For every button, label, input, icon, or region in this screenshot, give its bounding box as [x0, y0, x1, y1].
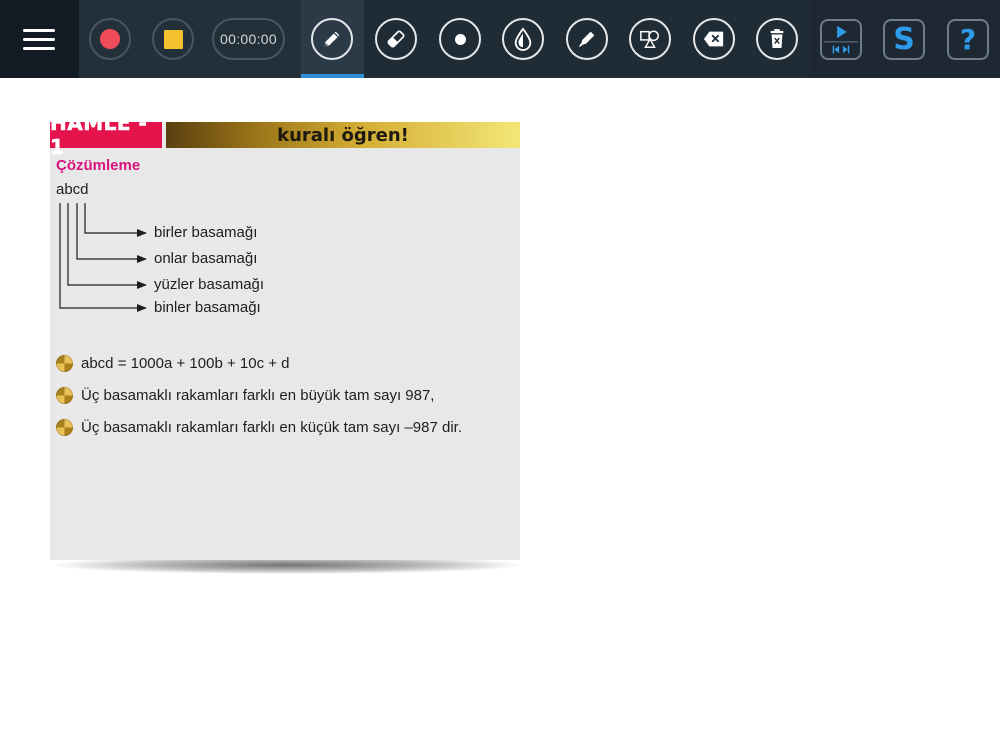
s-button[interactable]: S [883, 19, 925, 60]
media-controls-button[interactable] [820, 19, 862, 60]
undo-erase-button[interactable] [693, 18, 735, 60]
eraser-icon [387, 30, 405, 48]
stop-button[interactable] [152, 18, 194, 60]
arrow-binler [59, 203, 147, 312]
s-icon: S [893, 22, 915, 57]
lesson-card: HAMLE - 1 kuralı öğren! Çözümleme abcd b… [50, 111, 520, 560]
brush-size-button[interactable] [439, 18, 481, 60]
clear-page-button[interactable] [756, 18, 798, 60]
digit-label-birler: birler basamağı [154, 224, 258, 241]
pen-tool-button[interactable] [311, 18, 353, 60]
digit-place-diagram [59, 203, 147, 312]
pen-icon [324, 31, 340, 47]
trash-icon [770, 29, 784, 48]
record-icon [100, 29, 120, 49]
bullet-icon [56, 419, 73, 436]
menu-icon [23, 29, 55, 32]
digit-label-yuzler: yüzler basamağı [154, 276, 265, 293]
backspace-icon [703, 31, 724, 47]
highlighter-icon [578, 31, 595, 48]
color-picker-button[interactable] [502, 18, 544, 60]
help-icon: ? [959, 23, 977, 56]
arrow-birler [84, 203, 147, 237]
eraser-tool-button[interactable] [375, 18, 417, 60]
record-button[interactable] [89, 18, 131, 60]
recording-timer: 00:00:00 [212, 18, 285, 60]
rule-item: abcd = 1000a + 100b + 10c + d [56, 355, 290, 372]
rule-item: Üç basamaklı rakamları farklı en büyük t… [56, 387, 434, 404]
shapes-tool-button[interactable] [629, 18, 671, 60]
arrow-onlar [76, 203, 147, 263]
dot-icon [454, 33, 466, 45]
toolbar: 00:00:00 S ? [0, 0, 1000, 78]
media-controls-icon [823, 25, 859, 53]
shapes-icon [640, 30, 659, 48]
help-button[interactable]: ? [947, 19, 989, 60]
menu-button[interactable] [20, 27, 58, 51]
rule-item: Üç basamaklı rakamları farklı en küçük t… [56, 419, 462, 436]
bullet-icon [56, 387, 73, 404]
bullet-icon [56, 355, 73, 372]
ink-drop-icon [514, 27, 532, 51]
arrow-yuzler [67, 203, 147, 289]
digit-label-binler: binler basamağı [154, 299, 261, 316]
stop-icon [163, 29, 183, 49]
highlighter-tool-button[interactable] [566, 18, 608, 60]
digit-label-onlar: onlar basamağı [154, 250, 258, 267]
